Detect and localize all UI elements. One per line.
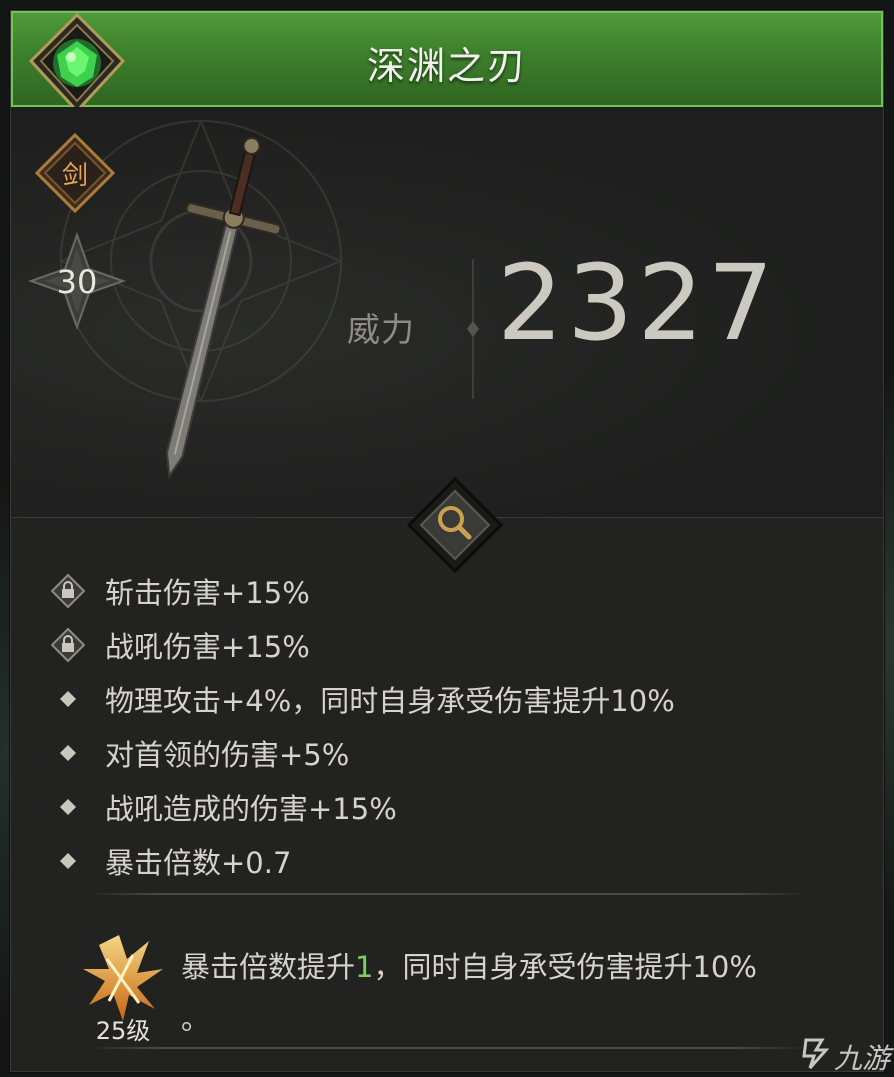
stat-row: 战吼伤害+15%: [51, 625, 310, 665]
stat-row: 暴击倍数+0.7: [51, 841, 291, 881]
bottom-divider: [87, 1047, 807, 1049]
awaken-text-part: ，同时自身承受伤害提升10%: [373, 950, 757, 984]
stat-text: 战吼伤害+15%: [105, 630, 310, 664]
watermark-logo-icon: [800, 1036, 830, 1077]
awaken-text-part: 暴击倍数提升: [181, 950, 356, 984]
stat-text: 战吼造成的伤害+15%: [105, 792, 397, 826]
item-header: 深渊之刃: [11, 11, 883, 107]
item-name: 深渊之刃: [366, 44, 527, 88]
stats-divider: [87, 893, 807, 895]
diamond-bullet-icon: [51, 736, 85, 770]
power-divider: [467, 259, 479, 399]
awaken-highlight-value: 1: [355, 950, 374, 984]
stat-row: 物理攻击+4%，同时自身承受伤害提升10%: [51, 679, 675, 719]
diamond-bullet-icon: [51, 844, 85, 878]
weapon-type-label: 剑: [61, 161, 88, 191]
power-label: 威力: [347, 310, 415, 349]
awaken-level-label: 25级: [95, 1017, 151, 1045]
stat-row: 对首领的伤害+5%: [51, 733, 349, 773]
stat-text: 斩击伤害+15%: [105, 576, 310, 610]
power-value: 2327: [497, 242, 778, 364]
watermark-text: 九游: [833, 1041, 890, 1075]
stat-row: 斩击伤害+15%: [51, 571, 310, 611]
diamond-bullet-icon: [51, 682, 85, 716]
item-level-value: 30: [56, 263, 98, 301]
stat-text: 对首领的伤害+5%: [105, 738, 350, 772]
diamond-bullet-icon: [51, 790, 85, 824]
sword-image: [165, 136, 281, 479]
inspect-magnifier-button[interactable]: [405, 475, 505, 575]
item-tooltip-card: 深渊之刃 剑 30 威力 2327 斩击伤害+15% 战吼伤害+15% 物理攻击…: [10, 10, 884, 1072]
awaken-effect-text: 暴击倍数提升1，同时自身承受伤害提升10% 。: [181, 941, 871, 1045]
stat-row: 战吼造成的伤害+15%: [51, 787, 397, 827]
stat-text: 暴击倍数+0.7: [105, 846, 292, 880]
lock-icon: [51, 574, 85, 608]
watermark: 九游: [800, 1036, 890, 1077]
awaken-text-tail: 。: [181, 1002, 211, 1036]
green-gem-icon: [28, 12, 126, 114]
lock-icon: [51, 628, 85, 662]
stat-text: 物理攻击+4%，同时自身承受伤害提升10%: [105, 684, 675, 718]
